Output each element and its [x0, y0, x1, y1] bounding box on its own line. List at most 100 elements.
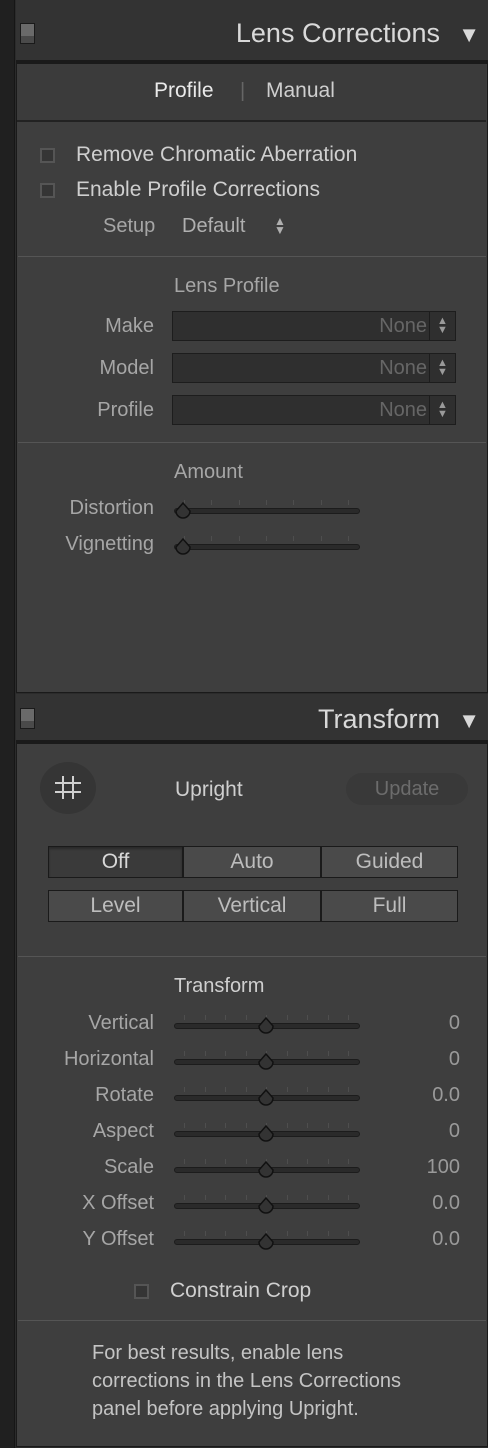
- transform-header[interactable]: Transform ▼: [16, 694, 488, 742]
- slider-tick: [327, 1159, 329, 1164]
- slider-tick: [245, 1087, 247, 1092]
- collapse-triangle-icon[interactable]: ▼: [458, 22, 480, 48]
- lens-corrections-header[interactable]: Lens Corrections ▼: [16, 0, 488, 62]
- scale-value[interactable]: 100: [427, 1156, 460, 1179]
- vignetting-slider-thumb[interactable]: [174, 538, 192, 556]
- y-offset-slider-thumb[interactable]: [257, 1233, 275, 1251]
- model-select[interactable]: None ▲ ▼: [172, 353, 456, 383]
- aspect-slider-thumb[interactable]: [257, 1125, 275, 1143]
- slider-tick: [293, 500, 295, 505]
- horizontal-value[interactable]: 0: [449, 1048, 460, 1071]
- slider-tick: [238, 500, 240, 505]
- tab-profile[interactable]: Profile: [154, 79, 214, 103]
- setup-value[interactable]: Default: [182, 215, 245, 238]
- profile-label: Profile: [97, 399, 154, 421]
- upright-label: Upright: [175, 778, 243, 801]
- upright-mode-guided[interactable]: Guided: [321, 846, 458, 878]
- vertical-value[interactable]: 0: [449, 1012, 460, 1035]
- upright-tool-button[interactable]: [40, 762, 96, 814]
- distortion-slider-thumb[interactable]: [174, 502, 192, 520]
- panel-toggle-switch[interactable]: [20, 23, 35, 44]
- slider-tick: [184, 1015, 185, 1020]
- slider-tick: [327, 1015, 329, 1020]
- distortion-slider-track[interactable]: [174, 508, 360, 514]
- update-button[interactable]: Update: [346, 773, 468, 805]
- select-arrows-icon: ▲ ▼: [429, 354, 455, 382]
- panel-toggle-switch[interactable]: [20, 708, 35, 729]
- slider-tick: [266, 500, 267, 505]
- slider-tick: [225, 1231, 226, 1236]
- divider: [18, 1320, 486, 1321]
- distortion-label: Distortion: [69, 497, 154, 519]
- slider-tick: [204, 1195, 206, 1200]
- tab-separator: |: [240, 80, 246, 102]
- slider-tick: [327, 1087, 329, 1092]
- slider-tick: [204, 1123, 206, 1128]
- amount-heading: Amount: [174, 461, 243, 483]
- slider-tick: [245, 1051, 247, 1056]
- upright-mode-vertical[interactable]: Vertical: [183, 890, 321, 922]
- horizontal-label: Horizontal: [63, 1048, 154, 1070]
- vignetting-ticks: [174, 536, 358, 544]
- aspect-label: Aspect: [92, 1120, 154, 1142]
- slider-tick: [348, 1087, 349, 1092]
- aspect-value[interactable]: 0: [449, 1120, 460, 1143]
- lens-profile-heading: Lens Profile: [174, 275, 280, 297]
- hint-line: corrections in the Lens Corrections: [92, 1370, 402, 1392]
- hint-line: panel before applying Upright.: [92, 1398, 359, 1420]
- divider: [18, 256, 486, 257]
- upright-mode-full[interactable]: Full: [321, 890, 458, 922]
- slider-tick: [225, 1051, 226, 1056]
- distortion-ticks: [174, 500, 358, 508]
- slider-tick: [245, 1015, 247, 1020]
- slider-tick: [307, 1015, 308, 1020]
- slider-tick: [184, 1195, 185, 1200]
- enable-profile-label[interactable]: Enable Profile Corrections: [76, 178, 320, 202]
- slider-tick: [348, 500, 349, 505]
- vignetting-label: Vignetting: [65, 533, 154, 555]
- slider-tick: [307, 1195, 308, 1200]
- collapse-triangle-icon[interactable]: ▼: [458, 708, 480, 734]
- remove-ca-label[interactable]: Remove Chromatic Aberration: [76, 143, 357, 167]
- y-offset-label: Y Offset: [82, 1228, 154, 1250]
- constrain-crop-label[interactable]: Constrain Crop: [170, 1279, 311, 1303]
- select-arrows-icon: ▲ ▼: [429, 396, 455, 424]
- x-offset-value[interactable]: 0.0: [432, 1192, 460, 1215]
- slider-tick: [286, 1087, 288, 1092]
- upright-mode-off[interactable]: Off: [48, 846, 183, 878]
- slider-tick: [320, 500, 322, 505]
- setup-label: Setup: [103, 215, 156, 237]
- vignetting-slider-track[interactable]: [174, 544, 360, 550]
- scale-slider-thumb[interactable]: [257, 1161, 275, 1179]
- slider-tick: [204, 1087, 206, 1092]
- y-offset-value[interactable]: 0.0: [432, 1228, 460, 1251]
- profile-value: None: [379, 399, 427, 421]
- rotate-value[interactable]: 0.0: [432, 1084, 460, 1107]
- remove-ca-checkbox[interactable]: [40, 148, 55, 163]
- enable-profile-checkbox[interactable]: [40, 183, 55, 198]
- panel-title: Lens Corrections: [235, 18, 440, 48]
- rotate-slider-thumb[interactable]: [257, 1089, 275, 1107]
- slider-tick: [225, 1123, 226, 1128]
- constrain-crop-checkbox[interactable]: [134, 1284, 149, 1299]
- tab-manual[interactable]: Manual: [266, 79, 335, 103]
- slider-tick: [184, 1123, 185, 1128]
- setup-stepper-icon[interactable]: ▲ ▼: [274, 215, 286, 236]
- upright-mode-level[interactable]: Level: [48, 890, 183, 922]
- profile-select[interactable]: None ▲ ▼: [172, 395, 456, 425]
- slider-tick: [204, 1051, 206, 1056]
- scale-label: Scale: [103, 1156, 154, 1178]
- x-offset-slider-thumb[interactable]: [257, 1197, 275, 1215]
- slider-tick: [184, 1159, 185, 1164]
- upright-hint-text: For best results, enable lens correction…: [92, 1339, 401, 1423]
- left-edge-bar: [0, 0, 15, 1448]
- upright-mode-auto[interactable]: Auto: [183, 846, 321, 878]
- slider-tick: [184, 1087, 185, 1092]
- make-select[interactable]: None ▲ ▼: [172, 311, 456, 341]
- slider-tick: [286, 1051, 288, 1056]
- slider-tick: [327, 1231, 329, 1236]
- crop-grid-icon: [55, 776, 81, 799]
- select-arrows-icon: ▲ ▼: [429, 312, 455, 340]
- vertical-slider-thumb[interactable]: [257, 1017, 275, 1035]
- horizontal-slider-thumb[interactable]: [257, 1053, 275, 1071]
